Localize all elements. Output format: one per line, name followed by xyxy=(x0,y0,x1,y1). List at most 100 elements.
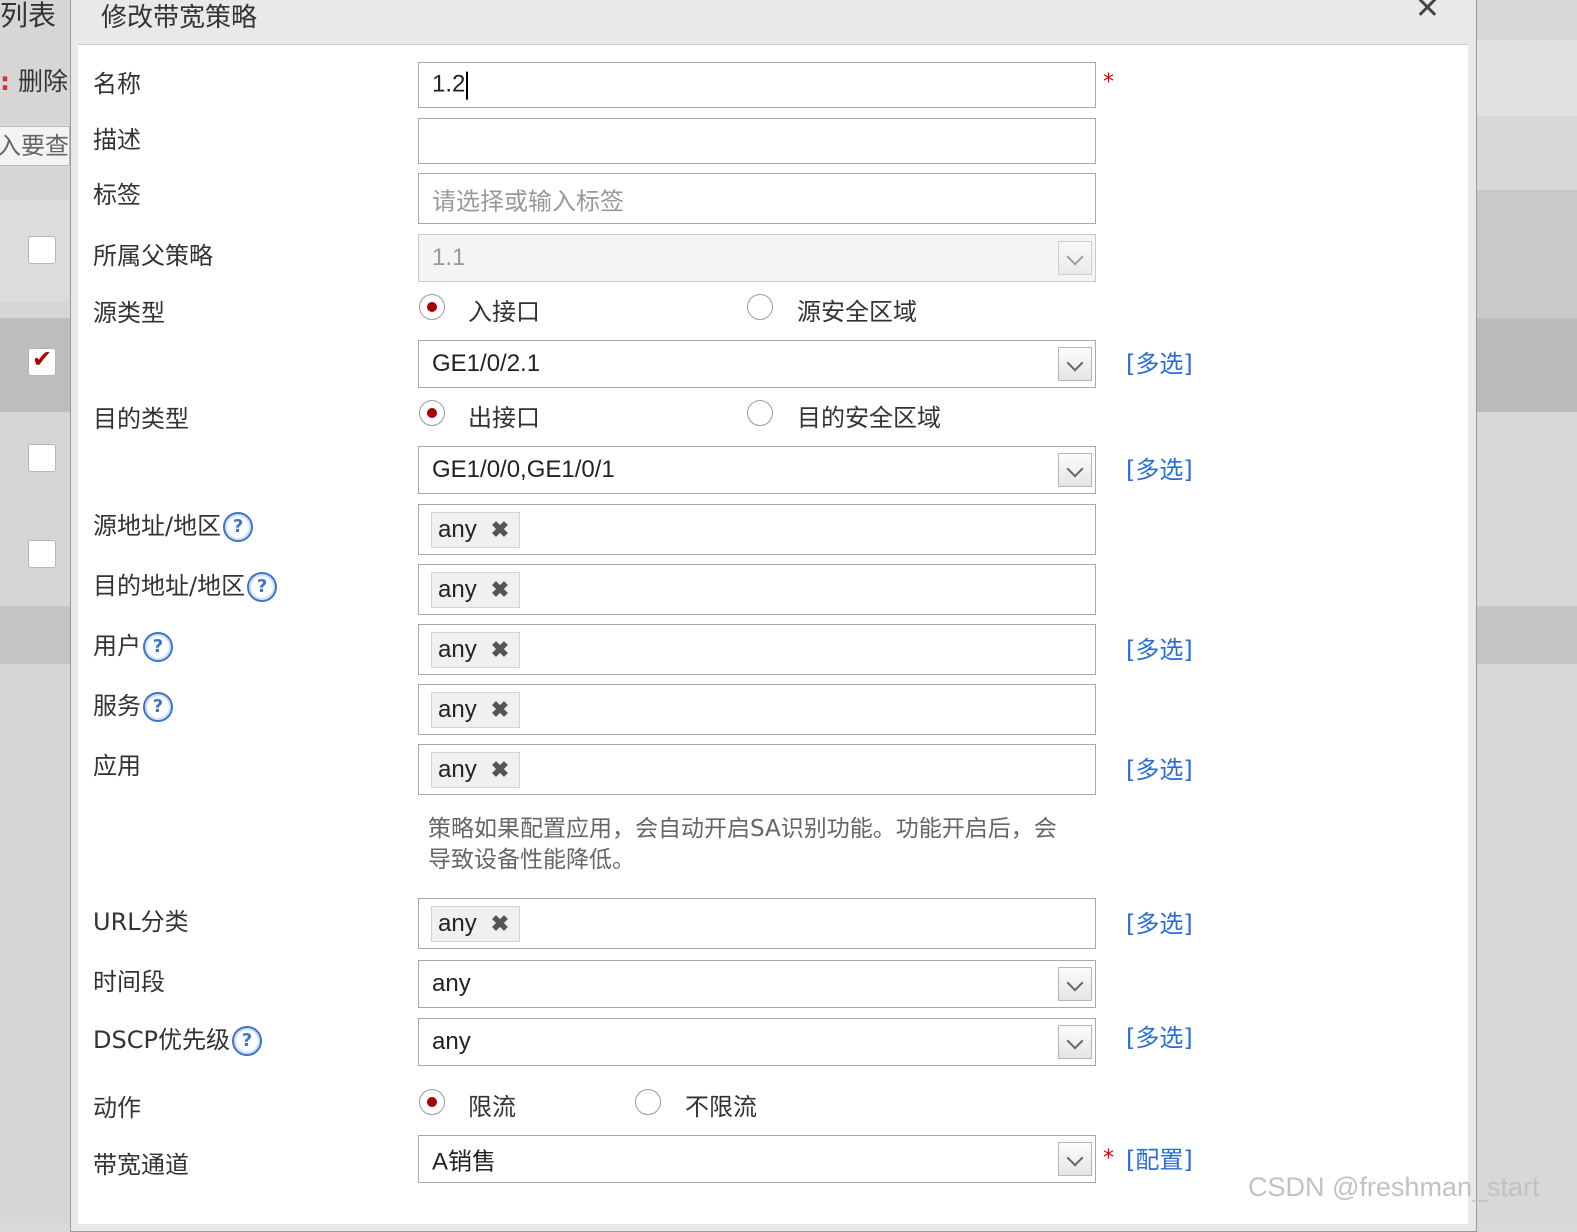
dialog-title: 修改带宽策略 xyxy=(101,3,258,33)
tag-remove-icon[interactable]: ✖ xyxy=(491,517,509,542)
application-tag: any ✖ xyxy=(431,751,521,788)
help-icon[interactable]: ? xyxy=(231,1026,262,1056)
radio-inbound-interface[interactable] xyxy=(419,294,445,320)
application-multiselect-link[interactable]: [多选] xyxy=(1126,750,1193,785)
radio-inbound-interface-label: 入接口 xyxy=(468,298,540,326)
source-interface-value: GE1/0/2.1 xyxy=(432,350,541,377)
background-delete-button[interactable]: : 删除 xyxy=(0,62,68,98)
bandwidth-channel-select[interactable]: A销售 xyxy=(418,1135,1096,1183)
dscp-label-text: DSCP优先级 xyxy=(93,1026,230,1054)
source-interface-select[interactable]: GE1/0/2.1 xyxy=(418,340,1096,388)
url-category-input[interactable]: any ✖ xyxy=(418,898,1096,949)
table-row xyxy=(0,200,72,302)
source-address-label-text: 源地址/地区 xyxy=(93,512,222,540)
dest-address-label-text: 目的地址/地区 xyxy=(93,572,246,600)
tag-text: any xyxy=(438,575,477,603)
table-row xyxy=(1474,606,1577,664)
tag-remove-icon[interactable]: ✖ xyxy=(491,757,509,782)
name-input[interactable]: 1.2 xyxy=(418,62,1096,108)
background-toolbar xyxy=(1474,40,1577,116)
user-label: 用户? xyxy=(93,626,173,662)
background-page-title: 列表 xyxy=(0,0,57,32)
radio-dest-zone[interactable] xyxy=(747,400,773,426)
name-label: 名称 xyxy=(93,70,141,98)
tag-remove-icon[interactable]: ✖ xyxy=(491,577,509,602)
radio-source-zone[interactable] xyxy=(747,294,773,320)
chevron-down-icon xyxy=(1058,241,1092,275)
background-search-input[interactable]: 入要查询 xyxy=(0,126,70,166)
radio-dest-zone-label: 目的安全区域 xyxy=(797,404,941,432)
action-label: 动作 xyxy=(93,1094,141,1122)
tag-remove-icon[interactable]: ✖ xyxy=(491,637,509,662)
service-tag: any ✖ xyxy=(431,691,521,728)
source-address-input[interactable]: any ✖ xyxy=(418,504,1096,555)
parent-policy-value: 1.1 xyxy=(432,244,466,271)
tag-text: any xyxy=(438,695,477,723)
chevron-down-icon[interactable] xyxy=(1058,453,1092,487)
table-row xyxy=(1474,318,1577,412)
time-range-label: 时间段 xyxy=(93,968,165,996)
source-address-label: 源地址/地区? xyxy=(93,506,254,542)
dscp-value: any xyxy=(432,1028,471,1055)
tags-placeholder: 请选择或输入标签 xyxy=(432,187,624,215)
tag-text: any xyxy=(438,635,477,663)
name-value: 1.2 xyxy=(432,70,466,98)
description-input[interactable] xyxy=(418,118,1096,164)
radio-rate-limit-label: 限流 xyxy=(468,1093,516,1121)
url-category-label: URL分类 xyxy=(93,908,189,936)
help-icon[interactable]: ? xyxy=(223,512,254,542)
description-label: 描述 xyxy=(93,126,141,154)
service-label: 服务? xyxy=(93,686,173,722)
dest-address-input[interactable]: any ✖ xyxy=(418,564,1096,615)
row-checkbox[interactable] xyxy=(28,345,56,376)
source-address-tag: any ✖ xyxy=(431,511,521,548)
service-label-text: 服务 xyxy=(93,692,141,720)
dest-interface-select[interactable]: GE1/0/0,GE1/0/1 xyxy=(418,446,1096,494)
application-input[interactable]: any ✖ xyxy=(418,744,1096,795)
name-required-mark: * xyxy=(1103,70,1114,95)
table-row xyxy=(0,606,72,664)
row-checkbox[interactable] xyxy=(28,444,56,472)
chevron-down-icon[interactable] xyxy=(1058,347,1092,381)
tag-remove-icon[interactable]: ✖ xyxy=(491,697,509,722)
source-type-label: 源类型 xyxy=(93,299,165,327)
user-input[interactable]: any ✖ xyxy=(418,624,1096,675)
radio-outbound-interface[interactable] xyxy=(419,400,445,426)
bandwidth-channel-label: 带宽通道 xyxy=(93,1151,189,1179)
parent-policy-select: 1.1 xyxy=(418,234,1096,282)
source-interface-multiselect-link[interactable]: [多选] xyxy=(1126,344,1193,379)
dest-type-label: 目的类型 xyxy=(93,405,189,433)
parent-policy-label: 所属父策略 xyxy=(93,242,213,270)
url-category-multiselect-link[interactable]: [多选] xyxy=(1126,904,1193,939)
user-multiselect-link[interactable]: [多选] xyxy=(1126,630,1193,665)
bandwidth-channel-config-link[interactable]: [配置] xyxy=(1126,1140,1193,1175)
bandwidth-channel-required-mark: * xyxy=(1103,1146,1114,1171)
chevron-down-icon[interactable] xyxy=(1058,1142,1092,1176)
user-tag: any ✖ xyxy=(431,631,521,668)
tag-remove-icon[interactable]: ✖ xyxy=(491,911,509,936)
help-icon[interactable]: ? xyxy=(143,692,173,722)
tags-input[interactable]: 请选择或输入标签 xyxy=(418,173,1096,224)
close-icon[interactable]: ✕ xyxy=(1415,0,1440,26)
watermark: CSDN @freshman_start xyxy=(1248,1172,1540,1202)
service-input[interactable]: any ✖ xyxy=(418,684,1096,735)
help-icon[interactable]: ? xyxy=(143,632,173,662)
radio-no-limit[interactable] xyxy=(635,1089,661,1115)
row-checkbox[interactable] xyxy=(28,236,56,264)
tag-text: any xyxy=(438,515,477,543)
dscp-multiselect-link[interactable]: [多选] xyxy=(1126,1018,1193,1053)
radio-rate-limit[interactable] xyxy=(419,1089,445,1115)
chevron-down-icon[interactable] xyxy=(1058,1025,1092,1059)
time-range-select[interactable]: any xyxy=(418,960,1096,1008)
dest-interface-multiselect-link[interactable]: [多选] xyxy=(1126,450,1193,485)
application-note: 策略如果配置应用，会自动开启SA识别功能。功能开启后，会导致设备性能降低。 xyxy=(428,816,1057,873)
table-row xyxy=(0,510,72,604)
dest-address-tag: any ✖ xyxy=(431,571,521,608)
time-range-value: any xyxy=(432,970,471,997)
row-checkbox[interactable] xyxy=(28,540,56,568)
dscp-select[interactable]: any xyxy=(418,1018,1096,1066)
help-icon[interactable]: ? xyxy=(247,572,278,602)
url-category-tag: any ✖ xyxy=(431,905,521,942)
chevron-down-icon[interactable] xyxy=(1058,967,1092,1001)
text-caret xyxy=(466,71,469,100)
